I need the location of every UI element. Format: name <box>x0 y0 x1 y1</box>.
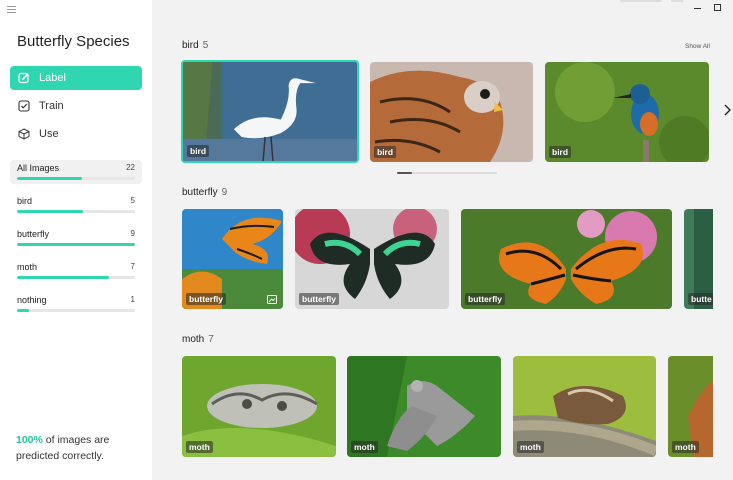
category-moth[interactable]: moth 7 <box>10 259 142 283</box>
category-progress <box>17 177 135 180</box>
category-count: 7 <box>130 262 135 271</box>
image-label-tag: bird <box>187 145 210 157</box>
sidebar: Butterfly Species Label Train Use All Im… <box>0 0 152 480</box>
image-thumbnail-moth-1[interactable]: moth <box>182 356 336 457</box>
image-thumbnail-butterfly-3[interactable]: butterfly <box>461 209 672 309</box>
accuracy-summary: 100% of images are predicted correctly. <box>16 432 136 464</box>
nav-label[interactable]: Label <box>10 66 142 90</box>
hamburger-menu-icon[interactable] <box>7 6 16 14</box>
section-header-moth: moth 7 <box>182 334 214 345</box>
top-button[interactable] <box>620 0 662 2</box>
chevron-right-icon[interactable] <box>722 103 732 117</box>
nav-train-text: Train <box>39 100 64 112</box>
nav-use[interactable]: Use <box>10 122 142 146</box>
show-all-link[interactable]: Show All <box>685 43 710 50</box>
egret-image <box>183 62 357 161</box>
section-title: bird <box>182 40 199 51</box>
image-label-tag: moth <box>517 441 544 453</box>
image-thumbnail-kingfisher[interactable]: bird <box>545 62 709 162</box>
image-label-tag: bird <box>374 146 397 158</box>
image-thumbnail-moth-4[interactable]: moth <box>668 356 713 457</box>
image-label-tag: butterfly <box>299 293 339 305</box>
cube-icon <box>18 128 30 140</box>
category-count: 9 <box>130 229 135 238</box>
image-thumbnail-moth-2[interactable]: moth <box>347 356 501 457</box>
category-progress <box>17 243 135 246</box>
image-label-tag: butte <box>688 293 713 305</box>
category-nothing[interactable]: nothing 1 <box>10 292 142 316</box>
accuracy-percent: 100% <box>16 434 43 446</box>
category-name: All Images <box>17 163 60 173</box>
category-name: nothing <box>17 295 47 305</box>
carousel-scrollbar[interactable] <box>397 172 497 174</box>
image-label-tag: moth <box>186 441 213 453</box>
image-thumbnail-butterfly-4[interactable]: butte <box>684 209 713 309</box>
category-name: moth <box>17 262 38 272</box>
image-thumbnail-kestrel[interactable]: bird <box>370 62 533 162</box>
category-progress <box>17 309 135 312</box>
category-all-images[interactable]: All Images 22 <box>10 160 142 184</box>
category-name: butterfly <box>17 229 50 239</box>
minimize-icon[interactable] <box>694 8 701 9</box>
nav-use-text: Use <box>39 128 59 140</box>
category-count: 22 <box>126 163 135 172</box>
app-title: Butterfly Species <box>17 33 130 50</box>
section-title: butterfly <box>182 187 218 198</box>
section-count: 5 <box>202 40 209 51</box>
section-title: moth <box>182 334 205 345</box>
category-progress <box>17 210 135 213</box>
category-name: bird <box>17 196 33 206</box>
image-label-tag: butterfly <box>465 293 505 305</box>
image-type-icon <box>267 295 277 304</box>
maximize-icon[interactable] <box>714 4 721 11</box>
image-label-tag: bird <box>549 146 572 158</box>
image-label-tag: moth <box>672 441 699 453</box>
carousel-scroll-thumb[interactable] <box>397 172 412 174</box>
nav-train[interactable]: Train <box>10 94 142 118</box>
image-label-tag: moth <box>351 441 378 453</box>
category-bird[interactable]: bird 5 <box>10 193 142 217</box>
image-label-tag: butterfly <box>186 293 226 305</box>
image-thumbnail-butterfly-1[interactable]: butterfly <box>182 209 283 309</box>
category-butterfly[interactable]: butterfly 9 <box>10 226 142 250</box>
top-button[interactable] <box>671 0 683 2</box>
category-count: 1 <box>130 295 135 304</box>
section-count: 7 <box>208 334 214 345</box>
image-thumbnail-egret[interactable]: bird <box>181 60 359 163</box>
category-progress <box>17 276 135 279</box>
edit-icon <box>18 72 30 84</box>
section-header-bird: bird 5 <box>182 40 208 51</box>
section-count: 9 <box>221 187 228 198</box>
category-count: 5 <box>130 196 135 205</box>
nav-label-text: Label <box>39 72 66 84</box>
checkbox-icon <box>18 100 30 112</box>
image-thumbnail-butterfly-2[interactable]: butterfly <box>295 209 449 309</box>
image-thumbnail-moth-3[interactable]: moth <box>513 356 656 457</box>
section-header-butterfly: butterfly 9 <box>182 187 227 198</box>
